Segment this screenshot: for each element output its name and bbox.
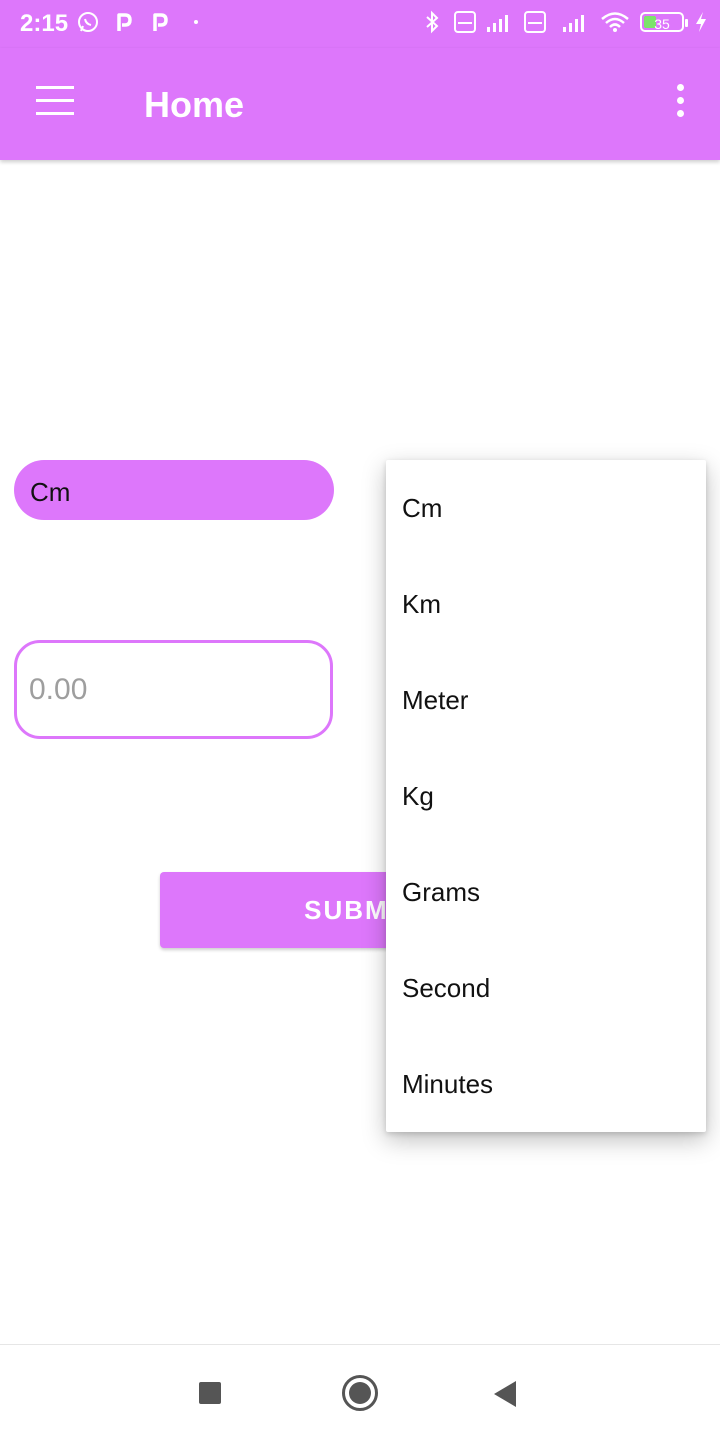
- wifi-icon: [601, 12, 629, 32]
- app-bar: Home: [0, 48, 720, 160]
- status-bar: 2:15 35: [0, 0, 720, 48]
- notification-icons: [76, 10, 208, 34]
- unit-dropdown-menu: Cm Km Meter Kg Grams Second Minutes: [386, 460, 706, 1132]
- dropdown-option[interactable]: Cm: [386, 460, 706, 556]
- value-input[interactable]: [14, 640, 333, 739]
- dot-icon: [194, 20, 198, 24]
- unit-spinner-value: Cm: [30, 477, 71, 507]
- charging-icon: [696, 12, 706, 32]
- dropdown-option[interactable]: Grams: [386, 844, 706, 940]
- dropdown-option[interactable]: Minutes: [386, 1036, 706, 1132]
- back-icon[interactable]: [494, 1381, 516, 1407]
- menu-icon[interactable]: [36, 86, 76, 118]
- battery-icon: 35: [640, 12, 688, 32]
- volte-icon: [454, 11, 476, 33]
- status-time: 2:15: [20, 10, 69, 37]
- dropdown-option[interactable]: Kg: [386, 748, 706, 844]
- more-options-icon[interactable]: [674, 84, 686, 124]
- dropdown-option[interactable]: Km: [386, 556, 706, 652]
- p-app-icon: [117, 13, 132, 31]
- recent-apps-icon[interactable]: [199, 1382, 221, 1404]
- volte-icon: [524, 11, 546, 33]
- battery-level: 35: [654, 16, 670, 32]
- whatsapp-icon: [78, 12, 98, 32]
- signal-4g-icon: [563, 15, 584, 32]
- navigation-bar: [0, 1344, 720, 1441]
- unit-spinner[interactable]: Cm: [14, 460, 334, 520]
- p-app-icon: [153, 13, 168, 31]
- page-title: Home: [144, 84, 245, 125]
- home-icon[interactable]: [342, 1375, 378, 1411]
- signal-icon: [487, 15, 508, 32]
- system-status-icons: 35: [420, 10, 708, 34]
- dropdown-option[interactable]: Second: [386, 940, 706, 1036]
- bluetooth-icon: [426, 10, 439, 34]
- dropdown-option[interactable]: Meter: [386, 652, 706, 748]
